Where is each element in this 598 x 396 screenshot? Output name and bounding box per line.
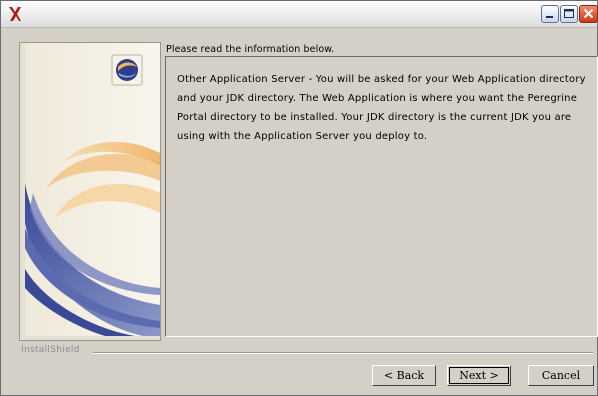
back-button[interactable]: < Back	[372, 365, 436, 386]
maximize-icon	[564, 9, 574, 18]
next-button[interactable]: Next >	[447, 365, 511, 386]
information-text: Other Application Server - You will be a…	[177, 74, 586, 142]
maximize-button[interactable]	[560, 5, 578, 23]
close-icon	[583, 8, 594, 19]
cancel-button[interactable]: Cancel	[528, 365, 594, 386]
title-bar[interactable]	[1, 1, 598, 28]
minimize-button[interactable]	[541, 5, 559, 23]
installer-x-icon	[9, 7, 21, 21]
installer-side-graphic	[25, 43, 160, 336]
brand-row: InstallShield	[21, 345, 596, 357]
separator-line	[93, 352, 593, 354]
instruction-heading: Please read the information below.	[166, 44, 335, 55]
close-button[interactable]	[579, 5, 598, 23]
information-panel: Other Application Server - You will be a…	[165, 56, 598, 337]
installshield-label: InstallShield	[21, 345, 80, 355]
side-graphic-frame	[19, 42, 161, 341]
minimize-icon	[546, 16, 553, 18]
installer-window: Please read the information below. Other…	[0, 0, 598, 396]
